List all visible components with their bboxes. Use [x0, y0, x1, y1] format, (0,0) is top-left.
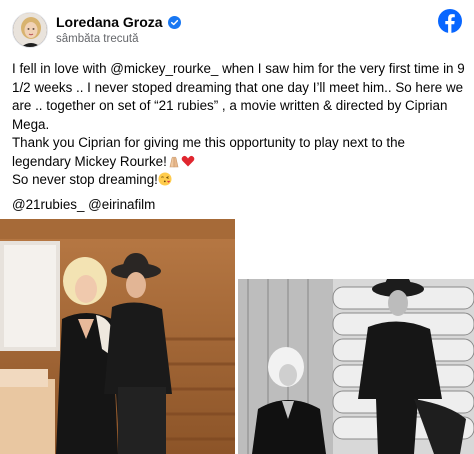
profile-avatar[interactable]: [12, 12, 48, 48]
post-paragraph-3: So never stop dreaming!: [12, 171, 467, 190]
post-paragraph-3-text: So never stop dreaming!: [12, 172, 158, 187]
facebook-post: Loredana Groza sâmbăta trecută I fell in…: [0, 0, 474, 454]
post-paragraph-2: Thank you Ciprian for giving me this opp…: [12, 134, 467, 171]
post-timestamp[interactable]: sâmbăta trecută: [56, 32, 181, 47]
photo-bw-couple[interactable]: [238, 279, 474, 454]
post-meta: Loredana Groza sâmbăta trecută: [56, 14, 181, 47]
photo-grid: [0, 219, 474, 454]
author-row: Loredana Groza: [56, 14, 181, 31]
post-paragraph-1: I fell in love with @mickey_rourke_ when…: [12, 61, 465, 132]
verified-badge-icon: [167, 15, 181, 29]
photo-color-couple[interactable]: [0, 219, 235, 454]
post-body: I fell in love with @mickey_rourke_ when…: [12, 60, 467, 214]
face-blowing-kiss-emoji: [158, 172, 172, 186]
post-header: Loredana Groza sâmbăta trecută: [12, 10, 181, 50]
folded-hands-emoji: [167, 154, 181, 168]
author-name[interactable]: Loredana Groza: [56, 14, 163, 31]
facebook-logo-icon[interactable]: [438, 9, 462, 33]
post-tags[interactable]: @21rubies_ @eirinafilm: [12, 196, 467, 215]
post-paragraph-2-text: Thank you Ciprian for giving me this opp…: [12, 135, 406, 169]
avatar-image: [13, 13, 47, 47]
red-heart-emoji: [181, 154, 195, 168]
